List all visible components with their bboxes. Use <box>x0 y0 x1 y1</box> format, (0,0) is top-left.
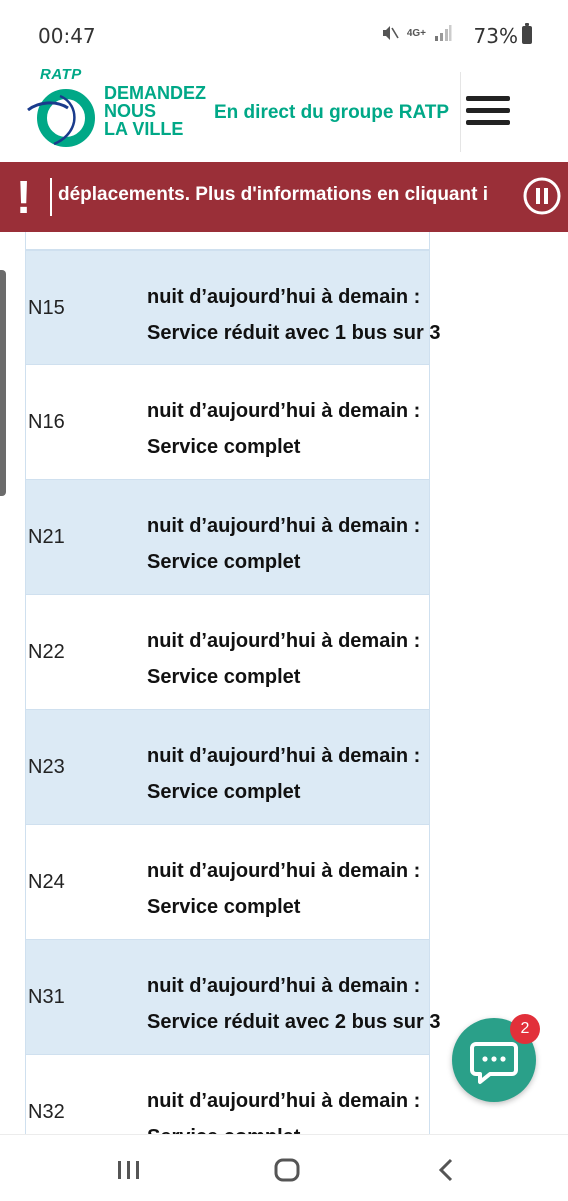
hamburger-icon <box>466 95 510 101</box>
service-status: Service complet <box>147 551 301 573</box>
bus-line-number: N21 <box>28 526 65 548</box>
status-icons: 4G+ <box>381 24 452 42</box>
service-info: nuit d’aujourd’hui à demain : Service com… <box>147 853 420 925</box>
hamburger-icon-bar <box>466 107 510 113</box>
service-info: nuit d’aujourd’hui à demain : Service com… <box>147 393 420 465</box>
table-row: N22 nuit d’aujourd’hui à demain : Service … <box>25 595 430 710</box>
service-period: nuit d’aujourd’hui à demain : <box>147 400 421 422</box>
hamburger-icon-bar <box>466 119 510 125</box>
table-row: N16 nuit d’aujourd’hui à demain : Service … <box>25 365 430 480</box>
service-status: Service réduit avec 1 bus sur 3 <box>147 322 441 344</box>
bus-line-number: N15 <box>28 297 65 319</box>
table-row-partial <box>25 232 430 250</box>
service-info: nuit d’aujourd’hui à demain : Service com… <box>147 1083 420 1134</box>
home-icon[interactable] <box>272 1155 302 1185</box>
service-period: nuit d’aujourd’hui à demain : <box>147 745 421 767</box>
service-status: Service complet <box>147 1119 420 1134</box>
table-row: N23 nuit d’aujourd’hui à demain : Service … <box>25 710 430 825</box>
service-status: Service complet <box>147 781 301 803</box>
bus-line-number: N16 <box>28 411 65 433</box>
service-period: nuit d’aujourd’hui à demain : <box>147 630 421 652</box>
alert-icon: ! <box>16 171 32 223</box>
mute-icon <box>382 26 399 40</box>
service-period: nuit d’aujourd’hui à demain : <box>147 1090 421 1112</box>
scroll-handle[interactable] <box>0 270 6 496</box>
back-icon[interactable] <box>432 1155 462 1185</box>
battery-percent: 73% <box>473 24 518 48</box>
logo-tag-line-3: LA VILLE <box>104 119 184 139</box>
table-row: N32 nuit d’aujourd’hui à demain : Service … <box>25 1055 430 1134</box>
system-nav-bar <box>0 1134 568 1201</box>
logo-tag-line-1: DEMANDEZ <box>104 83 206 103</box>
table-row: N31 nuit d’aujourd’hui à demain : Service … <box>25 940 441 1055</box>
bus-line-number: N32 <box>28 1101 65 1123</box>
service-period: nuit d’aujourd’hui à demain : <box>147 975 421 997</box>
status-time: 00:47 <box>38 24 96 48</box>
recent-apps-icon[interactable] <box>114 1155 144 1185</box>
alert-divider <box>50 178 52 216</box>
site-header: RATP DEMANDEZ NOUS LA VILLE En direct du… <box>0 66 568 162</box>
ratp-logo[interactable]: RATP DEMANDEZ NOUS LA VILLE <box>26 66 206 158</box>
service-period: nuit d’aujourd’hui à demain : <box>147 860 421 882</box>
status-bar: 00:47 4G+ 73% <box>0 0 568 68</box>
logo-tag-line-2: NOUS <box>104 101 157 121</box>
bus-line-number: N31 <box>28 986 65 1008</box>
header-live-link[interactable]: En direct du groupe RATP <box>214 102 449 124</box>
service-status: Service complet <box>147 666 301 688</box>
network-icon: 4G+ <box>406 27 426 39</box>
service-info: nuit d’aujourd’hui à demain : Service réd… <box>147 279 441 351</box>
table-row: N24 nuit d’aujourd’hui à demain : Service … <box>25 825 430 940</box>
service-period: nuit d’aujourd’hui à demain : <box>147 286 421 308</box>
service-info: nuit d’aujourd’hui à demain : Service com… <box>147 623 420 695</box>
header-divider <box>460 72 461 152</box>
alert-text[interactable]: déplacements. Plus d'informations en cli… <box>58 184 488 206</box>
table-row: N21 nuit d’aujourd’hui à demain : Service … <box>25 480 430 595</box>
service-status: Service complet <box>147 896 301 918</box>
chat-badge: 2 <box>510 1014 540 1044</box>
logo-tagline: DEMANDEZ NOUS LA VILLE <box>104 84 206 138</box>
service-info: nuit d’aujourd’hui à demain : Service réd… <box>147 968 441 1040</box>
pause-icon[interactable] <box>522 176 562 216</box>
service-status: Service réduit avec 2 bus sur 3 <box>147 1011 441 1033</box>
service-info: nuit d’aujourd’hui à demain : Service com… <box>147 508 420 580</box>
table-row: N15 nuit d’aujourd’hui à demain : Service … <box>25 250 441 365</box>
service-status: Service complet <box>147 436 301 458</box>
menu-button[interactable] <box>466 90 516 130</box>
bus-status-table: N15 nuit d’aujourd’hui à demain : Service … <box>25 250 441 1134</box>
service-info: nuit d’aujourd’hui à demain : Service com… <box>147 738 420 810</box>
service-period: nuit d’aujourd’hui à demain : <box>147 515 421 537</box>
content-area[interactable]: N15 nuit d’aujourd’hui à demain : Service … <box>0 232 568 1134</box>
alert-banner[interactable]: ! déplacements. Plus d'informations en c… <box>0 162 568 232</box>
signal-icon <box>435 25 452 41</box>
bus-line-number: N24 <box>28 871 65 893</box>
bus-line-number: N23 <box>28 756 65 778</box>
battery-icon <box>522 23 532 44</box>
logo-brand: RATP <box>40 66 82 83</box>
ratp-logo-icon <box>27 89 95 147</box>
bus-line-number: N22 <box>28 641 65 663</box>
